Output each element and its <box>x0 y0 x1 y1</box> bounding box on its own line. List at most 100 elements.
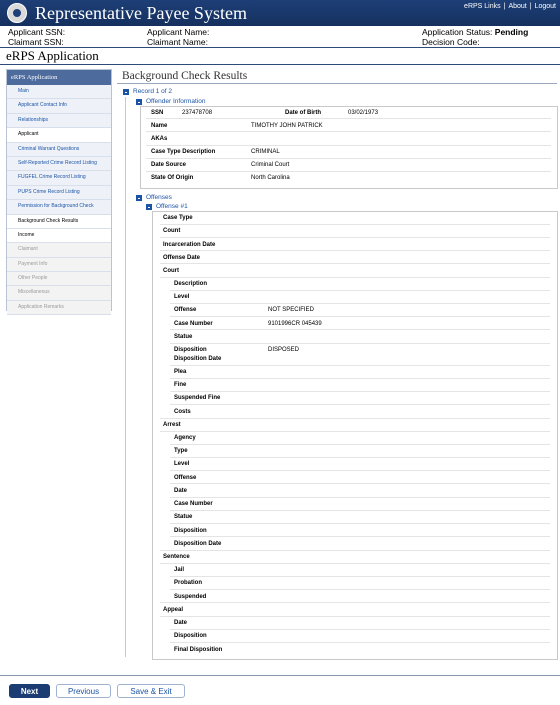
court-offense-value: NOT SPECIFIED <box>268 307 314 313</box>
sidebar-item-claimant: Claimant <box>7 243 111 258</box>
application-status-value: Pending <box>494 27 529 37</box>
dob-label: Date of Birth <box>285 110 321 116</box>
court-disposition-value: DISPOSED <box>268 347 300 353</box>
arrest-heading: Arrest <box>163 422 181 428</box>
court-disposition-label: Disposition <box>174 347 207 353</box>
ssn-value: 237478708 <box>182 110 213 116</box>
sidebar-heading: eRPS Application <box>7 70 111 85</box>
date-source-label: Date Source <box>151 162 187 168</box>
court-fine-field: Fine <box>174 382 187 388</box>
court-level-field: Level <box>174 294 190 300</box>
application-section-title: eRPS Application <box>6 48 99 63</box>
title-divider <box>117 83 557 84</box>
top-links: eRPS Links | About | Logout <box>464 3 556 10</box>
offender-info-collapse-icon[interactable] <box>136 99 142 105</box>
arrest-level-field: Level <box>174 461 190 467</box>
sidebar-item-other-people: Other People <box>7 272 111 287</box>
next-button[interactable]: Next <box>9 684 50 698</box>
appeal-final-disposition-field: Final Disposition <box>174 647 223 653</box>
arrest-date-field: Date <box>174 488 188 494</box>
court-offense-label: Offense <box>174 307 197 313</box>
court-costs-field: Costs <box>174 409 191 415</box>
arrest-offense-field: Offense <box>174 475 197 481</box>
sidebar-item-income: Income <box>7 228 111 244</box>
about-link[interactable]: About <box>508 3 526 10</box>
court-heading: Court <box>163 268 179 274</box>
count-field: Count <box>163 228 181 234</box>
record-collapse-icon[interactable] <box>123 89 129 95</box>
name-value: TIMOTHY JOHN PATRICK <box>251 123 323 129</box>
applicant-name-label: Applicant Name: <box>147 27 210 37</box>
application-status-label: Application Status: <box>422 27 493 37</box>
offenses-collapse-icon[interactable] <box>136 195 142 201</box>
sidebar-nav: eRPS Application Main Applicant Contact … <box>6 69 112 316</box>
court-case-number-value: 9101996CR 045439 <box>268 321 322 327</box>
claimant-ssn-label: Claimant SSN: <box>8 37 64 47</box>
dob-value: 03/02/1973 <box>348 110 379 116</box>
offense-details-panel <box>152 211 558 660</box>
offender-info-label[interactable]: Offender Information <box>146 98 206 105</box>
ssn-label: SSN <box>151 110 164 116</box>
sidebar-item-permission-background-check[interactable]: Permission for Background Check <box>7 200 111 215</box>
sentence-probation-field: Probation <box>174 580 202 586</box>
arrest-disposition-field: Disposition <box>174 528 207 534</box>
arrest-disposition-date-field: Disposition Date <box>174 541 222 547</box>
court-plea-field: Plea <box>174 369 187 375</box>
claimant-name-label: Claimant Name: <box>147 37 208 47</box>
sidebar-item-main[interactable]: Main <box>7 85 111 100</box>
ssa-seal-icon <box>7 3 27 23</box>
applicant-ssn-label: Applicant SSN: <box>8 27 66 37</box>
sentence-suspended-field: Suspended <box>174 594 207 600</box>
appeal-heading: Appeal <box>163 607 184 613</box>
sidebar-item-applicant-contact-info[interactable]: Applicant Contact Info <box>7 99 111 114</box>
state-of-origin-value: North Carolina <box>251 175 290 181</box>
page-title: Background Check Results <box>122 70 248 82</box>
akas-label: AKAs <box>151 136 168 142</box>
court-suspended-fine-field: Suspended Fine <box>174 395 221 401</box>
arrest-agency-field: Agency <box>174 435 196 441</box>
appeal-disposition-field: Disposition <box>174 633 207 639</box>
sidebar-item-applicant: Applicant <box>7 128 111 143</box>
sidebar-item-miscellaneous: Miscellaneous <box>7 286 111 301</box>
logout-link[interactable]: Logout <box>535 3 556 10</box>
sidebar-item-payment-info: Payment Info <box>7 257 111 273</box>
date-source-value: Criminal Court <box>251 162 290 168</box>
offense-date-field: Offense Date <box>163 255 201 261</box>
court-disposition-date-field: Disposition Date <box>174 356 222 362</box>
name-label: Name <box>151 123 168 129</box>
court-description-field: Description <box>174 281 208 287</box>
offense-1-collapse-icon[interactable] <box>146 204 152 210</box>
case-type-value: CRIMINAL <box>251 149 280 155</box>
top-banner: Representative Payee System eRPS Links | A… <box>0 0 560 26</box>
application-status: Application Status: Pending <box>422 27 528 37</box>
sidebar-item-background-check-results: Background Check Results <box>7 214 111 229</box>
erps-links-link[interactable]: eRPS Links <box>464 3 501 10</box>
sentence-heading: Sentence <box>163 554 190 560</box>
record-label[interactable]: Record 1 of 2 <box>133 88 172 95</box>
arrest-type-field: Type <box>174 448 188 454</box>
case-type-field: Case Type <box>163 215 193 221</box>
offenses-label[interactable]: Offenses <box>146 194 172 201</box>
appeal-date-field: Date <box>174 620 188 626</box>
offense-1-label[interactable]: Offense #1 <box>156 203 188 210</box>
court-case-number-label: Case Number <box>174 321 213 327</box>
footer-divider <box>0 675 560 676</box>
sentence-jail-field: Jail <box>174 567 185 573</box>
sidebar-item-pups-crime[interactable]: PUPS Crime Record Listing <box>7 185 111 201</box>
save-exit-button[interactable]: Save & Exit <box>117 684 185 698</box>
app-title: Representative Payee System <box>35 3 247 23</box>
sidebar-item-relationships[interactable]: Relationships <box>7 113 111 129</box>
sidebar-item-criminal-warrant-questions[interactable]: Criminal Warrant Questions <box>7 142 111 157</box>
record-tree-line <box>125 97 126 657</box>
section-divider <box>0 64 560 65</box>
arrest-statue-field: Statue <box>174 514 193 520</box>
incarceration-date-field: Incarceration Date <box>163 242 216 248</box>
sidebar-item-self-reported-crime[interactable]: Self-Reported Crime Record Listing <box>7 156 111 172</box>
previous-button[interactable]: Previous <box>56 684 111 698</box>
state-of-origin-label: State Of Origin <box>151 175 194 181</box>
arrest-case-number-field: Case Number <box>174 501 213 507</box>
sidebar-item-application-remarks: Application Remarks <box>7 300 111 316</box>
case-type-label: Case Type Description <box>151 149 216 155</box>
decision-code-label: Decision Code: <box>422 37 480 47</box>
sidebar-item-fugfel-crime[interactable]: FUGFEL Crime Record Listing <box>7 171 111 186</box>
